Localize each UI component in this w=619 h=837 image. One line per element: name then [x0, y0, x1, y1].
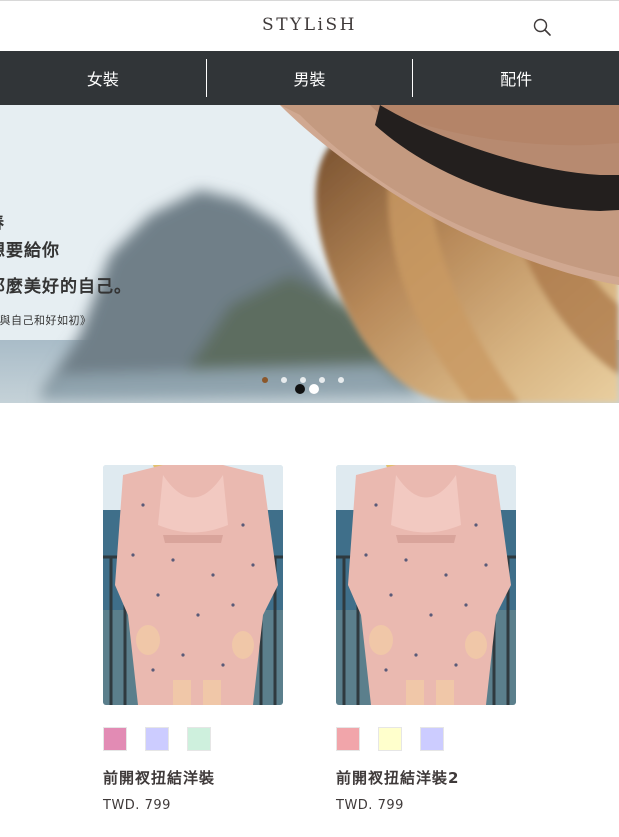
color-swatches	[103, 727, 283, 751]
nav-item-label: 男裝	[293, 70, 326, 89]
product-price: TWD. 799	[103, 798, 171, 813]
product-card[interactable]: 前開衩扭結洋裝 TWD. 799	[103, 465, 283, 813]
hero-line: 想要給你	[0, 241, 60, 261]
nav-item-label: 配件	[500, 70, 533, 89]
color-swatch[interactable]	[187, 727, 211, 751]
color-swatch[interactable]	[103, 727, 127, 751]
color-swatch[interactable]	[378, 727, 402, 751]
hero-line: 那麼美好的自己。	[0, 277, 132, 297]
carousel-dot[interactable]	[295, 384, 305, 394]
nav-item-men[interactable]: 男裝	[207, 51, 413, 105]
color-swatch[interactable]	[145, 727, 169, 751]
nav-item-label: 女裝	[86, 70, 119, 89]
carousel-dots	[295, 384, 319, 394]
product-image[interactable]	[336, 465, 516, 705]
hero-copy: 春 想要給你 那麼美好的自己。 《與自己和好如初》	[0, 213, 132, 333]
nav-item-accessories[interactable]: 配件	[413, 51, 619, 105]
hero-line: 春	[0, 213, 132, 233]
hero-decorative-dots	[262, 377, 344, 383]
product-price: TWD. 799	[336, 798, 404, 813]
header: STYLiSH	[0, 0, 619, 51]
category-nav: 女裝 男裝 配件	[0, 51, 619, 105]
page: STYLiSH 女裝 男裝 配件 要給你 那麼美好的自己。 與自己和好如初》 前…	[0, 0, 619, 837]
carousel-dot[interactable]	[309, 384, 319, 394]
product-image[interactable]	[103, 465, 283, 705]
color-swatch[interactable]	[420, 727, 444, 751]
product-name[interactable]: 前開衩扭結洋裝2	[336, 767, 516, 788]
logo[interactable]: STYLiSH	[0, 15, 619, 35]
hero-line: 《與自己和好如初》	[0, 314, 92, 327]
hero-banner[interactable]: 春 想要給你 那麼美好的自己。 《與自己和好如初》	[0, 105, 619, 403]
nav-item-women[interactable]: 女裝	[0, 51, 206, 105]
color-swatch[interactable]	[336, 727, 360, 751]
color-swatches	[336, 727, 516, 751]
search-icon[interactable]	[531, 16, 553, 38]
product-name[interactable]: 前開衩扭結洋裝	[103, 767, 283, 788]
product-card[interactable]: 前開衩扭結洋裝2 TWD. 799	[336, 465, 516, 813]
